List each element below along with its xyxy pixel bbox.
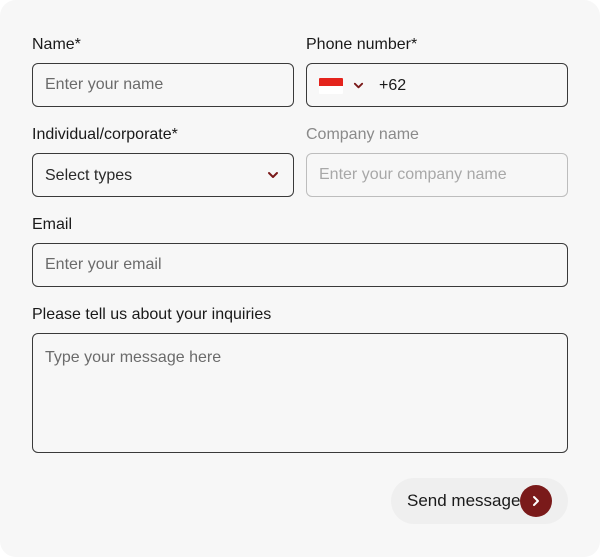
email-input[interactable]: [33, 244, 567, 286]
name-label: Name*: [32, 36, 81, 53]
phone-label: Phone number*: [306, 36, 418, 53]
chevron-down-icon: [268, 172, 278, 178]
name-field-container: [32, 63, 294, 107]
email-label: Email: [32, 216, 73, 233]
message-field-container: [32, 333, 568, 453]
company-field-container: [306, 153, 568, 197]
message-textarea[interactable]: [33, 334, 567, 452]
indonesia-flag-icon[interactable]: [319, 78, 343, 94]
type-select[interactable]: Select types: [32, 153, 294, 197]
send-message-button[interactable]: Send message: [391, 478, 568, 524]
country-chevron-down-icon[interactable]: [353, 80, 364, 91]
name-input[interactable]: [33, 64, 293, 106]
phone-field: +62: [306, 63, 568, 107]
chevron-right-icon: [533, 496, 539, 506]
contact-form: Name* Phone number* +62 Individual/corpo…: [0, 0, 600, 557]
send-circle: [520, 485, 552, 517]
type-label: Individual/corporate*: [32, 126, 178, 143]
type-select-value: Select types: [45, 167, 133, 184]
message-label: Please tell us about your inquiries: [32, 306, 272, 323]
company-label: Company name: [306, 126, 419, 143]
send-message-label: Send message: [407, 491, 521, 510]
email-field-container: [32, 243, 568, 287]
country-code[interactable]: +62: [379, 76, 406, 96]
company-input[interactable]: [307, 154, 567, 196]
